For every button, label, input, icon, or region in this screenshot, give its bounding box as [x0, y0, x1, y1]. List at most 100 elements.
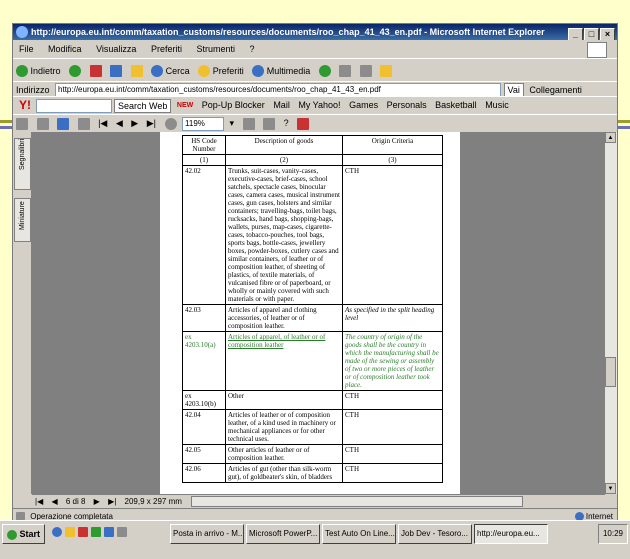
start-button[interactable]: Start [2, 524, 46, 544]
basketball-link[interactable]: Basketball [435, 97, 477, 114]
menu-strumenti[interactable]: Strumenti [196, 44, 235, 54]
table-header-row: HS Code Number Description of goods Orig… [182, 135, 443, 155]
yahoo-logo-icon[interactable]: Y! [19, 97, 31, 114]
excel-quicklaunch-icon[interactable] [91, 526, 101, 537]
games-link[interactable]: Games [349, 97, 378, 114]
prev-page-icon[interactable]: ◀ [116, 115, 123, 132]
mail-button[interactable] [339, 60, 352, 81]
forward-button[interactable] [69, 60, 82, 81]
menu-help[interactable]: ? [250, 44, 255, 54]
print-pdf-icon[interactable] [36, 115, 49, 132]
task-button-test[interactable]: Test Auto On Line... [322, 524, 396, 544]
zoom-input[interactable]: 119% [182, 116, 225, 131]
task-button-inbox[interactable]: Posta in arrivo - M... [170, 524, 244, 544]
zoom-dropdown-icon[interactable]: ▾ [230, 115, 235, 132]
table-row: 42.05 Other articles of leather or of co… [182, 444, 443, 464]
history-button[interactable] [318, 60, 331, 81]
folder-icon [380, 65, 393, 78]
bookmarks-tab[interactable]: Segnalibri [14, 138, 31, 190]
next-page-icon[interactable]: ▶ [131, 115, 138, 132]
links-label[interactable]: Collegamenti [529, 83, 582, 96]
fit-width-icon[interactable] [263, 115, 276, 132]
favorites-button[interactable]: Preferiti [198, 60, 244, 81]
ie-quicklaunch-icon[interactable] [52, 526, 62, 537]
table-index-row: (1) (2) (3) [182, 154, 443, 166]
clock[interactable]: 10:29 [603, 529, 623, 538]
search-icon [151, 65, 164, 78]
pdf-document-area[interactable]: HS Code Number Description of goods Orig… [32, 132, 605, 494]
pdf-page: HS Code Number Description of goods Orig… [160, 132, 460, 494]
search-button[interactable]: Cerca [151, 60, 190, 81]
help-icon[interactable]: ? [284, 115, 289, 132]
fit-page-icon[interactable] [242, 115, 255, 132]
my-yahoo-link[interactable]: My Yahoo! [298, 97, 340, 114]
menu-file[interactable]: File [19, 44, 34, 54]
outlook-quicklaunch-icon[interactable] [65, 526, 75, 537]
ie-icon [16, 26, 28, 38]
mail-link[interactable]: Mail [273, 97, 290, 114]
pdf-status-bar: |◀ ◀ 6 di 8 ▶ ▶| 209,9 x 297 mm [32, 494, 605, 508]
maximize-button[interactable]: □ [584, 28, 599, 40]
folder-button[interactable] [380, 60, 393, 81]
row-code: 42.04 [182, 409, 226, 445]
star-icon [198, 65, 211, 78]
vertical-scrollbar[interactable]: ▲ ▼ [604, 132, 617, 494]
table-row: 42.04 Articles of leather or of composit… [182, 409, 443, 445]
home-button[interactable] [130, 60, 143, 81]
page-number-display[interactable]: 6 di 8 [66, 495, 86, 508]
minimize-button[interactable]: _ [568, 28, 583, 40]
scroll-thumb[interactable] [605, 357, 616, 387]
acrobat-icon[interactable] [297, 115, 310, 132]
thumbnails-tab[interactable]: Miniature [14, 198, 31, 242]
row-description: Other articles of leather or of composit… [225, 444, 343, 464]
close-button[interactable]: × [600, 28, 615, 40]
word-quicklaunch-icon[interactable] [104, 526, 114, 537]
prev-page-status-icon[interactable]: ◀ [51, 495, 57, 508]
last-page-status-icon[interactable]: ▶| [108, 495, 116, 508]
hand-tool-icon[interactable] [77, 115, 90, 132]
scroll-up-button[interactable]: ▲ [605, 132, 616, 143]
refresh-button[interactable] [110, 60, 123, 81]
row-code: 42.06 [182, 463, 226, 483]
media-button[interactable]: Multimedia [252, 60, 310, 81]
scroll-down-button[interactable]: ▼ [605, 483, 616, 494]
menu-modifica[interactable]: Modifica [48, 44, 82, 54]
first-page-icon[interactable]: |◀ [98, 115, 107, 132]
table-row: 42.06 Articles of gut (other than silk-w… [182, 463, 443, 483]
row-origin: CTH [342, 409, 443, 445]
menu-visualizza[interactable]: Visualizza [96, 44, 136, 54]
zoom-in-icon[interactable] [164, 115, 177, 132]
personals-link[interactable]: Personals [387, 97, 427, 114]
acrobat-quicklaunch-icon[interactable] [78, 526, 88, 537]
mail-icon [339, 65, 352, 78]
find-icon[interactable] [57, 115, 70, 132]
task-button-powerpoint[interactable]: Microsoft PowerP... [246, 524, 320, 544]
task-button-europa[interactable]: http://europa.eu... [474, 524, 548, 544]
header-hs-code: HS Code Number [182, 135, 226, 155]
row-code: ex 4203.10(a) [182, 331, 226, 391]
popup-blocker-button[interactable]: Pop-Up Blocker [202, 97, 265, 114]
music-link[interactable]: Music [485, 97, 509, 114]
menu-preferiti[interactable]: Preferiti [151, 44, 182, 54]
row-code: ex 4203.10(b) [182, 390, 226, 410]
print-button[interactable] [359, 60, 372, 81]
print-icon [359, 65, 372, 78]
go-button[interactable]: Vai [503, 82, 524, 96]
horizontal-scrollbar[interactable] [191, 496, 524, 508]
row-origin: CTH [342, 444, 443, 464]
address-input[interactable]: http://europa.eu.int/comm/taxation_custo… [55, 82, 502, 96]
back-button[interactable]: Indietro [16, 60, 61, 81]
search-web-button[interactable]: Search Web [114, 98, 172, 113]
next-page-status-icon[interactable]: ▶ [94, 495, 100, 508]
first-page-status-icon[interactable]: |◀ [35, 495, 43, 508]
save-icon[interactable] [16, 115, 28, 132]
origin-rules-table: HS Code Number Description of goods Orig… [182, 135, 443, 483]
stop-button[interactable] [89, 60, 102, 81]
table-row: 42.02 Trunks, suit-cases, vanity-cases, … [182, 165, 443, 305]
desktop-quicklaunch-icon[interactable] [117, 526, 127, 537]
last-page-icon[interactable]: ▶| [147, 115, 156, 132]
yahoo-search-input[interactable] [35, 98, 112, 113]
title-bar[interactable]: http://europa.eu.int/comm/taxation_custo… [13, 24, 617, 40]
taskbar: Start Posta in arrivo - M... Microsoft Po… [0, 520, 630, 559]
task-button-jobdev[interactable]: Job Dev - Tesoro... [398, 524, 472, 544]
